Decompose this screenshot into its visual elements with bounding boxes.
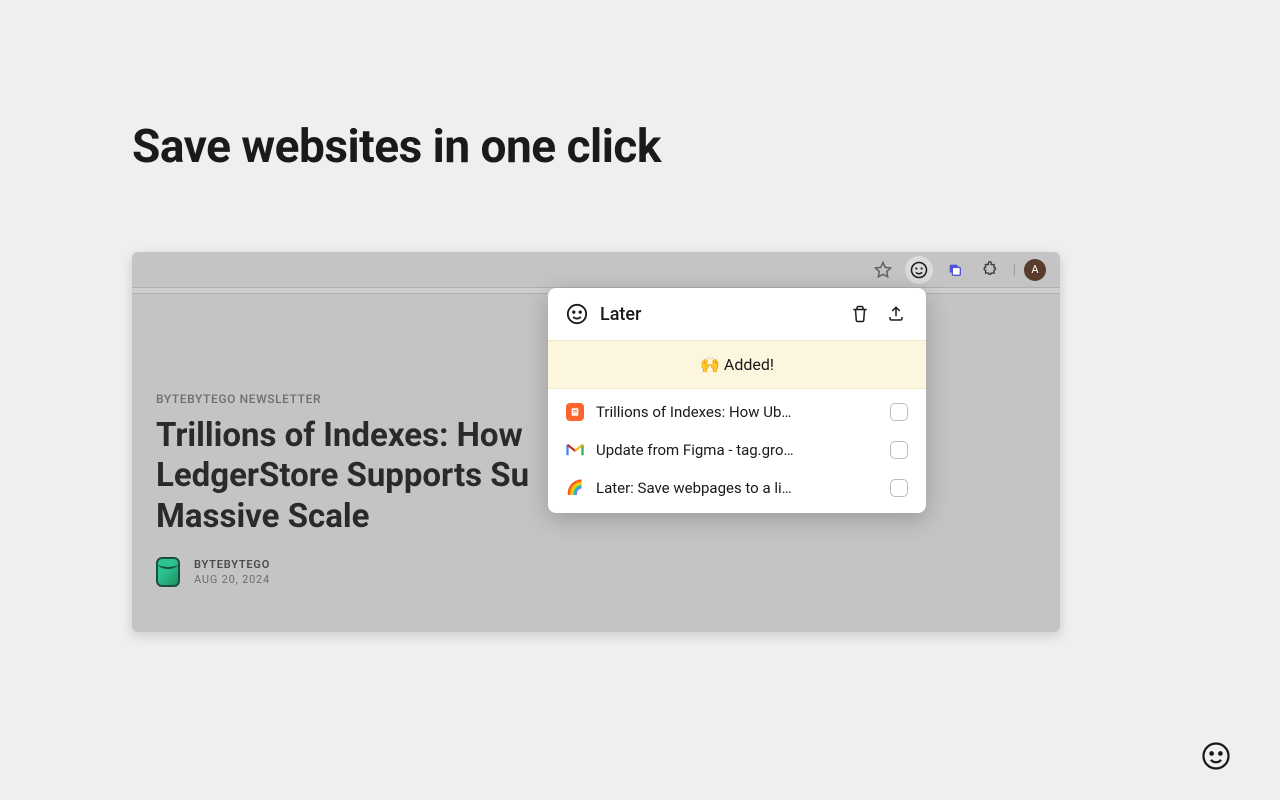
title-line: LedgerStore Supports Su <box>156 456 616 496</box>
article-byline: BYTEBYTEGO AUG 20, 2024 <box>156 557 1036 587</box>
toolbar-divider: | <box>1013 262 1016 278</box>
feedback-smile-icon[interactable] <box>1196 736 1236 776</box>
tabs-icon[interactable] <box>941 256 969 284</box>
profile-avatar[interactable]: A <box>1024 259 1046 281</box>
item-checkbox[interactable] <box>890 441 908 459</box>
added-banner: 🙌 Added! <box>548 340 926 389</box>
saved-items-list: Trillions of Indexes: How Ub… Update fro… <box>548 389 926 513</box>
saved-item[interactable]: Trillions of Indexes: How Ub… <box>548 393 926 431</box>
share-icon[interactable] <box>884 302 908 326</box>
favicon-icon <box>566 441 584 459</box>
headline: Save websites in one click <box>132 120 661 174</box>
popup-brand: Later <box>600 304 836 325</box>
item-checkbox[interactable] <box>890 403 908 421</box>
article-title: Trillions of Indexes: How LedgerStore Su… <box>156 416 616 537</box>
extensions-icon[interactable] <box>977 256 1005 284</box>
item-checkbox[interactable] <box>890 479 908 497</box>
saved-item-title: Update from Figma - tag.gro… <box>596 441 878 459</box>
title-line: Trillions of Indexes: How <box>156 416 616 456</box>
favicon-icon: 🌈 <box>566 479 584 497</box>
delete-icon[interactable] <box>848 302 872 326</box>
later-extension-icon[interactable] <box>905 256 933 284</box>
favicon-icon <box>566 403 584 421</box>
article-date: AUG 20, 2024 <box>194 573 270 586</box>
title-line: Massive Scale <box>156 497 616 537</box>
star-icon[interactable] <box>869 256 897 284</box>
popup-header: Later <box>548 288 926 340</box>
publication-logo <box>156 557 180 587</box>
browser-toolbar: | A <box>132 252 1060 288</box>
saved-item-title: Trillions of Indexes: How Ub… <box>596 403 878 421</box>
later-extension-popup: Later 🙌 Added! Trillions of Indexes: How… <box>548 288 926 513</box>
article-author: BYTEBYTEGO <box>194 558 270 571</box>
saved-item-title: Later: Save webpages to a li… <box>596 479 878 497</box>
saved-item[interactable]: Update from Figma - tag.gro… <box>548 431 926 469</box>
later-logo-icon <box>566 303 588 325</box>
saved-item[interactable]: 🌈 Later: Save webpages to a li… <box>548 469 926 507</box>
